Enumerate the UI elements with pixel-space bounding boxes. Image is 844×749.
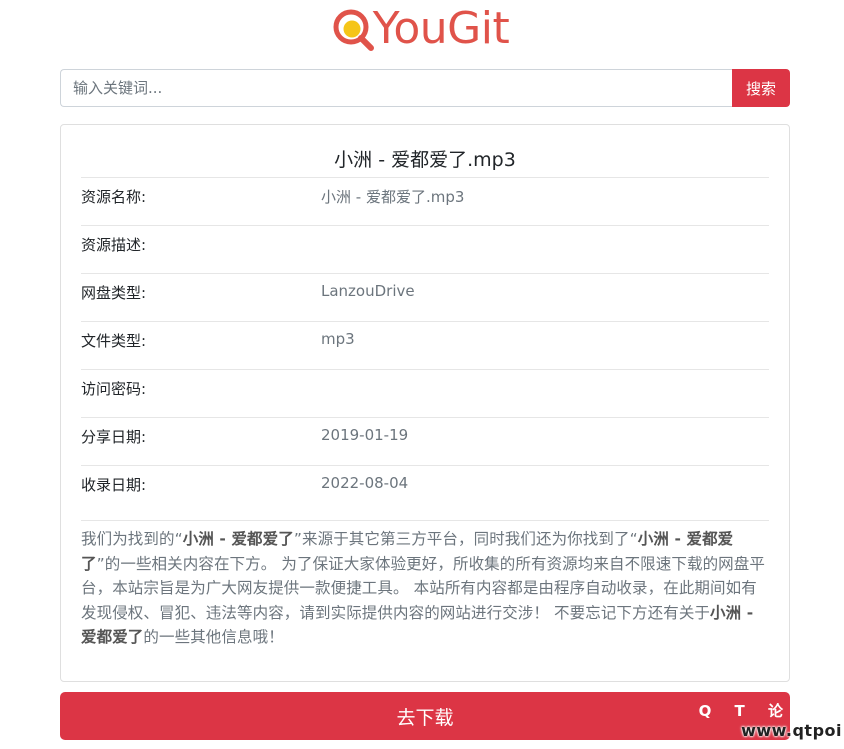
resource-title: 小洲 - 爱都爱了.mp3 <box>334 149 516 171</box>
logo-search-icon <box>333 9 374 51</box>
search-button[interactable]: 搜索 <box>732 69 790 107</box>
resource-card: 小洲 - 爱都爱了.mp3 资源名称: 小洲 - 爱都爱了.mp3 资源描述: … <box>60 124 790 682</box>
resource-description: 我们为找到的“小洲 - 爱都爱了”来源于其它第三方平台，同时我们还为你找到了“小… <box>81 520 769 650</box>
field-row-name: 资源名称: 小洲 - 爱都爱了.mp3 <box>81 177 769 225</box>
field-value: 小洲 - 爱都爱了.mp3 <box>321 188 465 206</box>
field-row-description: 资源描述: <box>81 225 769 273</box>
search-bar: 搜索 <box>60 69 790 107</box>
field-value: mp3 <box>321 330 355 348</box>
download-button[interactable]: 去下载 <box>60 692 790 740</box>
field-label: 资源描述: <box>81 236 147 254</box>
field-value: LanzouDrive <box>321 282 415 300</box>
field-label: 文件类型: <box>81 332 147 350</box>
field-row-drive-type: 网盘类型: LanzouDrive <box>81 273 769 321</box>
desc-highlight: 小洲 - 爱都爱了 <box>182 530 294 548</box>
field-row-share-date: 分享日期: 2019-01-19 <box>81 417 769 465</box>
watermark: Q T 论 www.qtpoi <box>692 702 842 742</box>
field-value: 2019-01-19 <box>321 426 409 444</box>
field-value: 2022-08-04 <box>321 474 409 492</box>
field-label: 资源名称: <box>81 188 147 206</box>
field-label: 访问密码: <box>81 380 147 398</box>
site-logo[interactable]: YouGit <box>0 0 844 58</box>
field-label: 分享日期: <box>81 428 147 446</box>
search-input[interactable] <box>60 69 732 107</box>
field-row-password: 访问密码: <box>81 369 769 417</box>
field-label: 网盘类型: <box>81 284 147 302</box>
resource-fields: 资源名称: 小洲 - 爱都爱了.mp3 资源描述: 网盘类型: LanzouDr… <box>81 177 769 513</box>
desc-text: 我们为找到的“ <box>81 530 183 548</box>
desc-text: 的一些其他信息哦！ <box>143 628 284 646</box>
field-label: 收录日期: <box>81 476 147 494</box>
field-row-file-type: 文件类型: mp3 <box>81 321 769 369</box>
logo-inner: YouGit <box>331 3 510 54</box>
page: YouGit 搜索 小洲 - 爱都爱了.mp3 资源名称: 小洲 - 爱都爱了.… <box>0 0 844 749</box>
desc-text: ”来源于其它第三方平台，同时我们还为你找到了“ <box>293 530 638 548</box>
watermark-line2: www.qtpoi <box>741 721 842 740</box>
watermark-line1: Q T 论 <box>698 702 792 720</box>
desc-text: ”的一些相关内容在下方。 为了保证大家体验更好，所收集的所有资源均来自不限速下载… <box>81 554 765 622</box>
field-row-index-date: 收录日期: 2022-08-04 <box>81 465 769 513</box>
logo-text: YouGit <box>372 3 510 54</box>
